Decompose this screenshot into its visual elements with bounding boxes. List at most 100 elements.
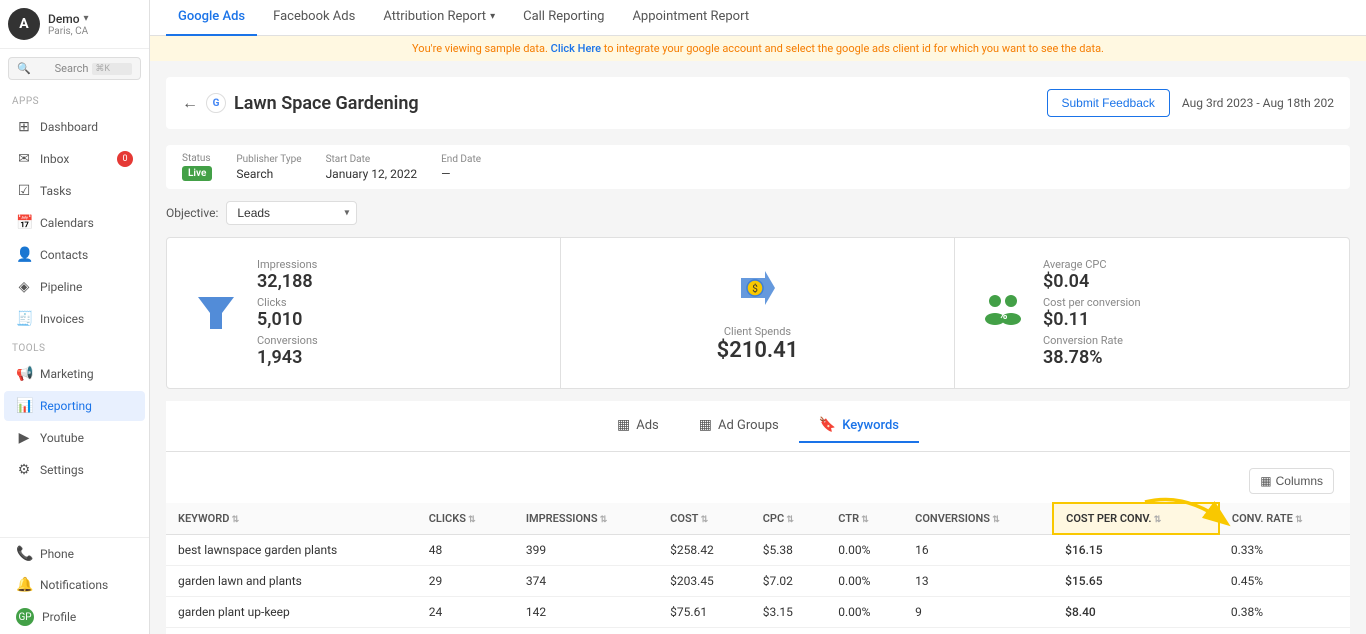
tab-facebook-ads[interactable]: Facebook Ads (261, 0, 367, 36)
start-date-label: Start Date (326, 154, 418, 165)
status-label: Status (182, 153, 212, 164)
conversions-stat: Conversions 1,943 (257, 334, 318, 368)
funnel-stats: Impressions 32,188 Clicks 5,010 Conversi… (257, 258, 318, 368)
sidebar-item-youtube[interactable]: ▶ Youtube (4, 423, 145, 453)
client-spends-icon: $ (733, 263, 783, 317)
sidebar-item-label: Phone (40, 547, 74, 561)
stat-card-cpc: % Average CPC $0.04 Cost per conversion … (955, 238, 1349, 388)
col-conv-rate[interactable]: CONV. RATE (1219, 503, 1350, 534)
tab-ads[interactable]: ▦ Ads (597, 409, 679, 443)
sidebar-item-label: Invoices (40, 312, 84, 326)
table-toolbar: ▦ Columns (166, 460, 1350, 502)
sidebar-item-label: Tasks (40, 184, 72, 198)
keywords-tab-icon: 🔖 (819, 417, 836, 433)
publisher-type-meta: Publisher Type Search (236, 154, 301, 181)
status-badge: Live (182, 166, 212, 181)
avatar: A (8, 8, 40, 40)
status-meta: Status Live (182, 153, 212, 181)
clicks-stat: Clicks 5,010 (257, 296, 318, 330)
invoices-icon: 🧾 (16, 311, 32, 327)
sidebar-item-label: Youtube (40, 431, 84, 445)
col-cost[interactable]: COST (658, 503, 751, 534)
avg-cpc-stat: Average CPC $0.04 (1043, 258, 1141, 292)
search-input[interactable]: 🔍 Search ⌘K (8, 57, 141, 80)
settings-icon: ⚙ (16, 462, 32, 478)
content-tabs: ▦ Ads ▦ Ad Groups 🔖 Keywords (166, 401, 1350, 452)
sidebar-item-pipeline[interactable]: ◈ Pipeline (4, 272, 145, 302)
tab-appointment-report[interactable]: Appointment Report (620, 0, 761, 36)
col-cpc[interactable]: CPC (751, 503, 827, 534)
sidebar-item-label: Settings (40, 463, 84, 477)
sample-data-banner: You're viewing sample data. Click Here t… (150, 36, 1366, 61)
submit-feedback-button[interactable]: Submit Feedback (1047, 89, 1170, 117)
sidebar-item-invoices[interactable]: 🧾 Invoices (4, 304, 145, 334)
columns-button[interactable]: ▦ Columns (1249, 468, 1334, 494)
objective-select-wrapper: Leads Sales Traffic Brand Awareness (226, 201, 357, 225)
table-wrapper: KEYWORD CLICKS IMPRESSIONS COST CPC CTR … (166, 502, 1350, 634)
reporting-icon: 📊 (16, 398, 32, 414)
sidebar-item-inbox[interactable]: ✉ Inbox 0 (4, 144, 145, 174)
tab-call-reporting[interactable]: Call Reporting (511, 0, 616, 36)
page-content: ← G Lawn Space Gardening Submit Feedback… (150, 61, 1366, 634)
objective-row: Objective: Leads Sales Traffic Brand Awa… (166, 201, 1350, 225)
sidebar-item-notifications[interactable]: 🔔 Notifications (4, 570, 145, 600)
sidebar-item-dashboard[interactable]: ⊞ Dashboard (4, 112, 145, 142)
sidebar-item-label: Dashboard (40, 120, 98, 134)
table-row: best lawnspace garden plants48399$258.42… (166, 534, 1350, 566)
table-row: garden plant up-keep24142$75.61$3.150.00… (166, 597, 1350, 628)
cpc-icon: % (979, 287, 1027, 339)
sidebar-item-label: Profile (42, 610, 76, 624)
end-date-label: End Date (441, 154, 481, 165)
tasks-icon: ☑ (16, 183, 32, 199)
objective-label: Objective: (166, 206, 218, 220)
pipeline-icon: ◈ (16, 279, 32, 295)
keywords-table: KEYWORD CLICKS IMPRESSIONS COST CPC CTR … (166, 502, 1350, 634)
col-keyword[interactable]: KEYWORD (166, 503, 417, 534)
sidebar-item-calendars[interactable]: 📅 Calendars (4, 208, 145, 238)
sidebar-header: A Demo ▾ Paris, CA (0, 0, 149, 49)
integrate-link[interactable]: Click Here (551, 42, 601, 55)
ads-tab-icon: ▦ (617, 417, 630, 433)
sidebar-item-label: Notifications (40, 578, 108, 592)
tab-keywords[interactable]: 🔖 Keywords (799, 409, 919, 443)
keywords-section: ▦ Ads ▦ Ad Groups 🔖 Keywords ▦ Columns (166, 401, 1350, 634)
calendars-icon: 📅 (16, 215, 32, 231)
chevron-down-icon: ▾ (84, 13, 89, 24)
publisher-type-label: Publisher Type (236, 154, 301, 165)
funnel-icon (191, 288, 241, 338)
sidebar-item-tasks[interactable]: ☑ Tasks (4, 176, 145, 206)
col-impressions[interactable]: IMPRESSIONS (514, 503, 658, 534)
sidebar-item-reporting[interactable]: 📊 Reporting (4, 391, 145, 421)
sidebar-item-profile[interactable]: GP Profile (4, 601, 145, 633)
sidebar: A Demo ▾ Paris, CA 🔍 Search ⌘K Apps ⊞ Da… (0, 0, 150, 634)
sidebar-item-contacts[interactable]: 👤 Contacts (4, 240, 145, 270)
tab-ad-groups[interactable]: ▦ Ad Groups (679, 409, 799, 443)
back-button[interactable]: ← (182, 93, 198, 113)
objective-select[interactable]: Leads Sales Traffic Brand Awareness (226, 201, 357, 225)
google-icon: G (206, 93, 226, 113)
tab-google-ads[interactable]: Google Ads (166, 0, 257, 36)
col-conversions[interactable]: CONVERSIONS (903, 503, 1053, 534)
tab-attribution-report[interactable]: Attribution Report ▾ (371, 0, 507, 36)
sidebar-bottom: 📞 Phone 🔔 Notifications GP Profile (0, 537, 149, 634)
campaign-header: ← G Lawn Space Gardening Submit Feedback… (166, 77, 1350, 129)
sidebar-item-label: Contacts (40, 248, 88, 262)
sidebar-item-label: Calendars (40, 216, 94, 230)
top-navigation: Google Ads Facebook Ads Attribution Repo… (150, 0, 1366, 36)
stats-cards: Impressions 32,188 Clicks 5,010 Conversi… (166, 237, 1350, 389)
col-ctr[interactable]: CTR (826, 503, 903, 534)
impressions-stat: Impressions 32,188 (257, 258, 318, 292)
profile-icon: GP (16, 608, 34, 626)
sidebar-item-label: Pipeline (40, 280, 82, 294)
inbox-badge: 0 (117, 151, 133, 167)
phone-icon: 📞 (16, 546, 32, 562)
sidebar-item-marketing[interactable]: 📢 Marketing (4, 359, 145, 389)
col-cost-per-conv[interactable]: COST PER CONV. (1053, 503, 1219, 534)
publisher-type-value: Search (236, 167, 301, 181)
chevron-down-icon: ▾ (490, 11, 495, 22)
sidebar-item-phone[interactable]: 📞 Phone (4, 539, 145, 569)
col-clicks[interactable]: CLICKS (417, 503, 514, 534)
sidebar-item-settings[interactable]: ⚙ Settings (4, 455, 145, 485)
tools-section-label: Tools (0, 335, 149, 358)
demo-account[interactable]: Demo ▾ (48, 12, 89, 26)
